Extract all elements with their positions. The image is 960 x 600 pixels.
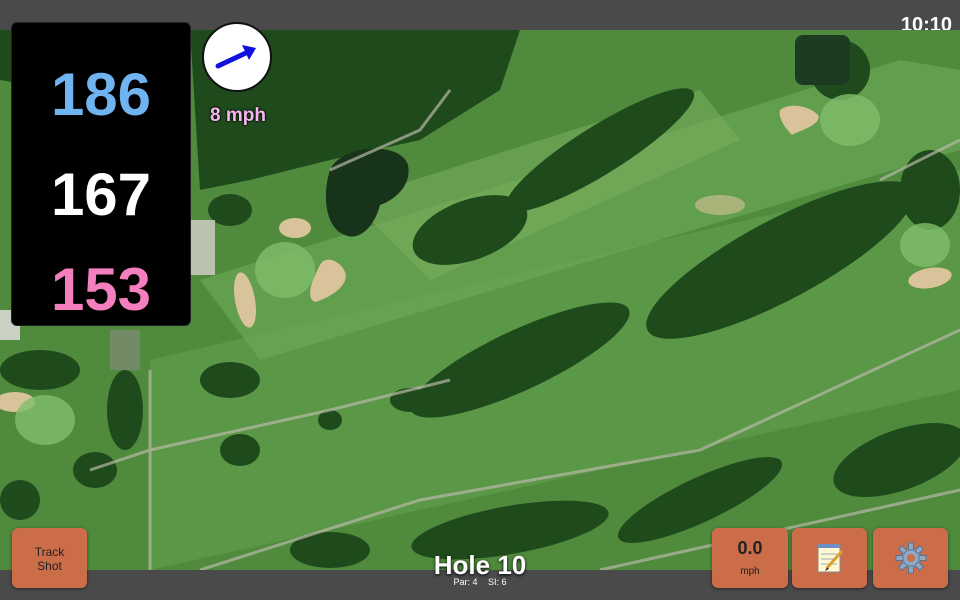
- wind-button-value: 0.0: [737, 538, 763, 558]
- notes-button[interactable]: [792, 528, 867, 588]
- settings-button[interactable]: [873, 528, 948, 588]
- hole-info: Par: 4 SI: 6: [380, 577, 580, 587]
- front-of-green-distance: 153: [50, 256, 152, 323]
- distance-panel: 186 167 153: [11, 22, 191, 326]
- wind-direction-dial: [202, 22, 272, 92]
- center-of-green-distance: 167: [50, 161, 152, 228]
- wind-arrow-icon: [215, 45, 256, 69]
- track-shot-label-line2: Shot: [37, 559, 62, 573]
- gear-icon: [895, 542, 926, 574]
- back-of-green-distance: 186: [50, 61, 152, 128]
- hole-stroke-index: SI: 6: [488, 577, 507, 587]
- track-shot-label-line1: Track: [34, 545, 65, 559]
- wind-button-unit: mph: [740, 566, 760, 577]
- notepad-icon: [817, 544, 843, 573]
- track-shot-button[interactable]: Track Shot: [12, 528, 87, 588]
- wind-speed-button[interactable]: 0.0 mph: [712, 528, 788, 588]
- wind-speed-label: 8 mph: [210, 105, 266, 126]
- hole-par: Par: 4: [453, 577, 478, 587]
